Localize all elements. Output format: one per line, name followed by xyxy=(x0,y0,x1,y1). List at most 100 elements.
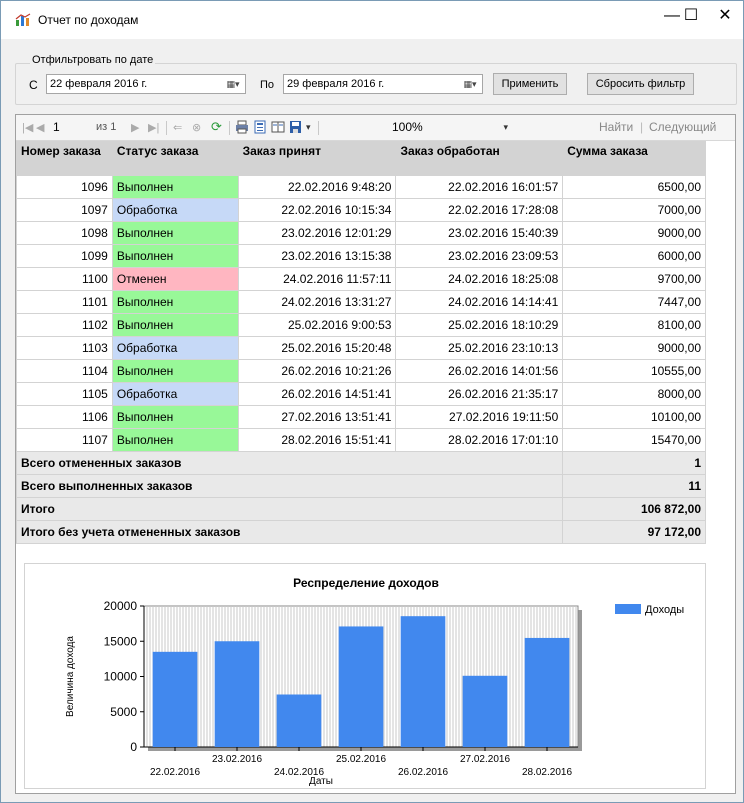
order-number-cell: 1099 xyxy=(16,244,113,268)
x-tick-label: 25.02.2016 xyxy=(336,754,386,765)
accepted-cell: 25.02.2016 9:00:53 xyxy=(237,313,397,337)
processed-cell: 26.02.2016 21:35:17 xyxy=(395,382,564,406)
maximize-button[interactable]: ☐ xyxy=(671,1,711,31)
stop-icon[interactable]: ⊗ xyxy=(192,121,201,134)
zoom-dropdown-icon: ▾ xyxy=(503,122,508,132)
chart-app-icon xyxy=(15,13,31,26)
toolbar-separator xyxy=(166,121,167,135)
last-page-icon[interactable]: ▶| xyxy=(148,121,159,134)
amount-cell: 6000,00 xyxy=(562,244,706,268)
amount-cell: 10555,00 xyxy=(562,359,706,383)
status-cell: Выполнен xyxy=(111,221,239,245)
amount-cell: 9000,00 xyxy=(562,336,706,360)
find-next-link[interactable]: Следующий xyxy=(649,120,716,134)
summary-label: Всего отмененных заказов xyxy=(15,451,564,475)
date-to-picker[interactable]: 29 февраля 2016 г. ▦▾ xyxy=(283,74,483,94)
date-from-picker[interactable]: 22 февраля 2016 г. ▦▾ xyxy=(46,74,246,94)
processed-cell: 24.02.2016 14:14:41 xyxy=(395,290,564,314)
order-number-cell: 1096 xyxy=(16,175,113,199)
accepted-cell: 23.02.2016 13:15:38 xyxy=(237,244,397,268)
summary-row: Итого 106 872,00 xyxy=(15,497,706,521)
table-row: 1105 Обработка 26.02.2016 14:51:41 26.02.20… xyxy=(16,382,706,406)
y-tick-label: 10000 xyxy=(104,670,138,684)
table-row: 1101 Выполнен 24.02.2016 13:31:27 24.02.201… xyxy=(16,290,706,314)
table-row: 1099 Выполнен 23.02.2016 13:15:38 23.02.201… xyxy=(16,244,706,268)
reset-filter-button[interactable]: Сбросить фильтр xyxy=(587,73,694,95)
processed-cell: 25.02.2016 23:10:13 xyxy=(395,336,564,360)
refresh-icon[interactable]: ⟳ xyxy=(211,119,222,135)
apply-button[interactable]: Применить xyxy=(493,73,567,95)
x-tick-label: 23.02.2016 xyxy=(212,754,262,765)
export-dropdown-icon[interactable]: ▾ xyxy=(306,122,311,133)
export-save-icon[interactable] xyxy=(289,120,303,134)
window-title: Отчет по доходам xyxy=(38,13,139,27)
first-page-icon[interactable]: |◀ xyxy=(22,121,33,134)
column-header-order-number: Номер заказа xyxy=(16,141,113,176)
table-row: 1102 Выполнен 25.02.2016 9:00:53 25.02.2016… xyxy=(16,313,706,337)
back-icon[interactable]: ⇐ xyxy=(173,121,182,134)
from-label: С xyxy=(29,78,38,92)
status-cell: Отменен xyxy=(111,267,239,291)
legend-swatch xyxy=(615,604,641,614)
calendar-dropdown-icon[interactable]: ▦▾ xyxy=(460,77,480,91)
print-icon[interactable] xyxy=(235,120,249,134)
order-number-cell: 1106 xyxy=(16,405,113,429)
y-tick-label: 0 xyxy=(130,740,137,754)
accepted-cell: 23.02.2016 12:01:29 xyxy=(237,221,397,245)
title-bar: Отчет по доходам — ☐ ✕ xyxy=(1,1,743,39)
toolbar-separator xyxy=(318,121,319,135)
status-cell: Выполнен xyxy=(111,244,239,268)
x-tick-label: 28.02.2016 xyxy=(522,767,572,778)
x-axis-title: Даты xyxy=(309,776,333,787)
y-tick-label: 20000 xyxy=(104,599,138,613)
accepted-cell: 28.02.2016 15:51:41 xyxy=(237,428,397,452)
close-button[interactable]: ✕ xyxy=(707,1,743,31)
order-number-cell: 1102 xyxy=(16,313,113,337)
zoom-select[interactable]: 100% ▾ xyxy=(386,119,512,136)
order-number-cell: 1105 xyxy=(16,382,113,406)
summary-label: Итого xyxy=(15,497,564,521)
date-to-value: 29 февраля 2016 г. xyxy=(287,78,385,90)
amount-cell: 10100,00 xyxy=(562,405,706,429)
summary-value: 97 172,00 xyxy=(562,520,706,544)
amount-cell: 15470,00 xyxy=(562,428,706,452)
summary-label: Всего выполненных заказов xyxy=(15,474,564,498)
amount-cell: 6500,00 xyxy=(562,175,706,199)
order-number-cell: 1103 xyxy=(16,336,113,360)
accepted-cell: 24.02.2016 13:31:27 xyxy=(237,290,397,314)
status-cell: Выполнен xyxy=(111,405,239,429)
status-cell: Выполнен xyxy=(111,428,239,452)
accepted-cell: 25.02.2016 15:20:48 xyxy=(237,336,397,360)
prev-page-icon[interactable]: ◀ xyxy=(36,121,44,134)
table-row: 1096 Выполнен 22.02.2016 9:48:20 22.02.2016… xyxy=(16,175,706,199)
page-setup-icon[interactable] xyxy=(271,120,285,134)
to-label: По xyxy=(260,79,275,91)
chart-svg: 0 5000 10000 15000 20000 22.02.2016 23.02.2016… xyxy=(65,599,684,787)
calendar-dropdown-icon[interactable]: ▦▾ xyxy=(223,77,243,91)
summary-value: 1 xyxy=(562,451,706,475)
bar xyxy=(400,616,446,747)
accepted-cell: 26.02.2016 10:21:26 xyxy=(237,359,397,383)
x-tick-label: 22.02.2016 xyxy=(150,767,200,778)
print-layout-icon[interactable] xyxy=(253,120,267,134)
orders-table: Номер заказа Статус заказа Заказ принят … xyxy=(15,141,706,544)
find-link[interactable]: Найти xyxy=(599,120,633,134)
page-number-input[interactable]: 1 xyxy=(50,119,90,136)
accepted-cell: 22.02.2016 10:15:34 xyxy=(237,198,397,222)
date-from-value: 22 февраля 2016 г. xyxy=(50,78,148,90)
amount-cell: 8000,00 xyxy=(562,382,706,406)
legend-label: Доходы xyxy=(645,604,684,616)
report-body: Номер заказа Статус заказа Заказ принят … xyxy=(15,141,706,544)
order-number-cell: 1101 xyxy=(16,290,113,314)
status-cell: Выполнен xyxy=(111,290,239,314)
processed-cell: 22.02.2016 17:28:08 xyxy=(395,198,564,222)
income-chart: Респределение доходов 0 5000 10000 15000 200… xyxy=(24,563,706,789)
filter-legend: Отфильтровать по дате xyxy=(30,54,156,66)
next-page-icon[interactable]: ▶ xyxy=(131,121,139,134)
status-cell: Выполнен xyxy=(111,359,239,383)
toolbar-separator xyxy=(229,121,230,135)
status-cell: Выполнен xyxy=(111,175,239,199)
find-separator: | xyxy=(640,120,644,134)
status-cell: Обработка xyxy=(111,198,239,222)
summary-value: 106 872,00 xyxy=(562,497,706,521)
